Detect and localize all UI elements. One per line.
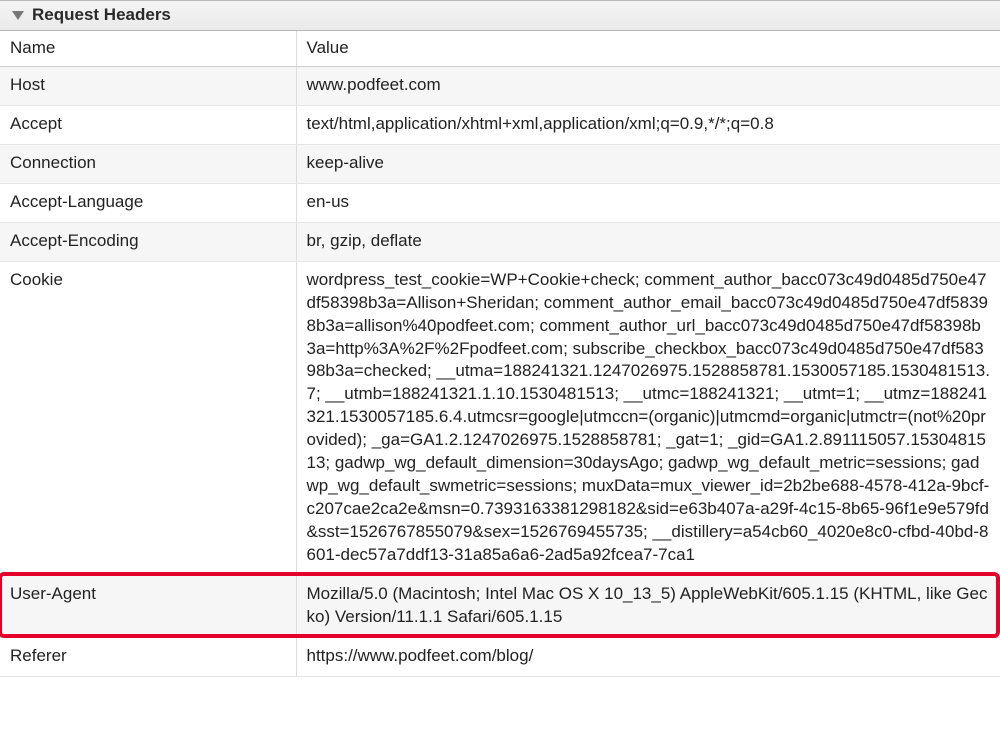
- header-value-cell: en-us: [296, 183, 1000, 222]
- header-value-cell: www.podfeet.com: [296, 67, 1000, 106]
- header-name-cell: User-Agent: [0, 575, 296, 637]
- table-row[interactable]: Accepttext/html,application/xhtml+xml,ap…: [0, 105, 1000, 144]
- header-value-cell: Mozilla/5.0 (Macintosh; Intel Mac OS X 1…: [296, 575, 1000, 637]
- table-row[interactable]: Hostwww.podfeet.com: [0, 67, 1000, 106]
- header-name-cell: Accept: [0, 105, 296, 144]
- table-row[interactable]: Refererhttps://www.podfeet.com/blog/: [0, 637, 1000, 676]
- header-value-cell: br, gzip, deflate: [296, 222, 1000, 261]
- header-name-cell: Host: [0, 67, 296, 106]
- table-wrap: Name Value Hostwww.podfeet.comAccepttext…: [0, 31, 1000, 677]
- request-headers-panel: Request Headers Name Value Hostwww.podfe…: [0, 0, 1000, 677]
- header-value-cell: text/html,application/xhtml+xml,applicat…: [296, 105, 1000, 144]
- header-name-cell: Referer: [0, 637, 296, 676]
- section-title: Request Headers: [32, 5, 171, 25]
- table-row[interactable]: User-AgentMozilla/5.0 (Macintosh; Intel …: [0, 575, 1000, 637]
- header-name-cell: Accept-Language: [0, 183, 296, 222]
- table-row[interactable]: Cookiewordpress_test_cookie=WP+Cookie+ch…: [0, 261, 1000, 575]
- header-name-cell: Accept-Encoding: [0, 222, 296, 261]
- table-row[interactable]: Connectionkeep-alive: [0, 144, 1000, 183]
- header-name-cell: Connection: [0, 144, 296, 183]
- table-header-row: Name Value: [0, 31, 1000, 67]
- column-header-name[interactable]: Name: [0, 31, 296, 67]
- disclosure-triangle-icon[interactable]: [12, 11, 24, 20]
- header-value-cell: https://www.podfeet.com/blog/: [296, 637, 1000, 676]
- section-header[interactable]: Request Headers: [0, 0, 1000, 31]
- column-header-value[interactable]: Value: [296, 31, 1000, 67]
- header-name-cell: Cookie: [0, 261, 296, 575]
- header-value-cell: wordpress_test_cookie=WP+Cookie+check; c…: [296, 261, 1000, 575]
- table-row[interactable]: Accept-Languageen-us: [0, 183, 1000, 222]
- table-row[interactable]: Accept-Encodingbr, gzip, deflate: [0, 222, 1000, 261]
- headers-table: Name Value Hostwww.podfeet.comAccepttext…: [0, 31, 1000, 677]
- header-value-cell: keep-alive: [296, 144, 1000, 183]
